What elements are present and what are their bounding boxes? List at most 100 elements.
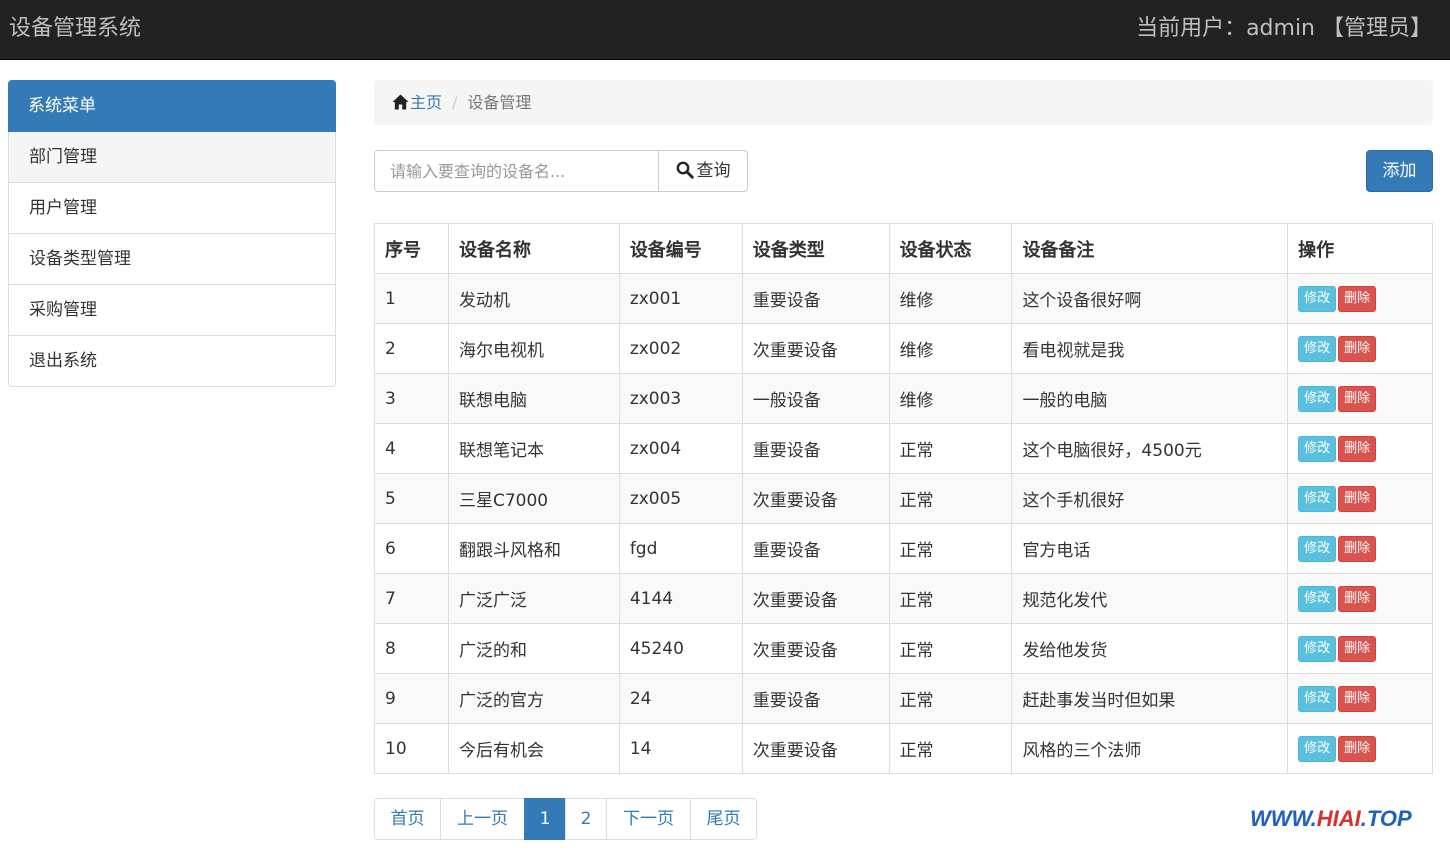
page-2[interactable]: 2 — [565, 798, 607, 840]
cell-actions: 修改 删除 — [1287, 573, 1433, 624]
cell-remark: 赶赴事发当时但如果 — [1011, 673, 1289, 724]
search-icon — [676, 161, 697, 181]
delete-button[interactable]: 删除 — [1338, 385, 1377, 412]
edit-button[interactable]: 修改 — [1298, 585, 1337, 612]
sidebar-title: 系统菜单 — [8, 80, 336, 132]
cell-remark: 这个手机很好 — [1011, 473, 1289, 524]
cell-remark: 这个电脑很好，4500元 — [1011, 423, 1289, 474]
cell-no: 6 — [374, 523, 449, 574]
sidebar-item-device-types[interactable]: 设备类型管理 — [8, 234, 336, 285]
search-button-label: 查询 — [696, 161, 731, 181]
edit-button[interactable]: 修改 — [1298, 535, 1337, 562]
table-row: 5 三星C7000 zx005 次重要设备 正常 这个手机很好 修改 删除 — [374, 473, 1433, 524]
table-row: 6 翻跟斗风格和 fgd 重要设备 正常 官方电话 修改 删除 — [374, 523, 1433, 574]
search-group: 查询 — [374, 150, 748, 192]
sidebar-item-purchase[interactable]: 采购管理 — [8, 285, 336, 336]
sidebar-item-logout[interactable]: 退出系统 — [8, 336, 336, 387]
cell-name: 联想笔记本 — [447, 423, 620, 474]
cell-status: 正常 — [888, 523, 1013, 574]
table-row: 10 今后有机会 14 次重要设备 正常 风格的三个法师 修改 删除 — [374, 723, 1433, 774]
page-first[interactable]: 首页 — [374, 798, 441, 840]
edit-button[interactable]: 修改 — [1298, 285, 1337, 312]
breadcrumb-current: 设备管理 — [467, 93, 532, 112]
header-type: 设备类型 — [741, 223, 890, 274]
cell-remark: 这个设备很好啊 — [1011, 273, 1289, 324]
breadcrumb-home-link[interactable]: 主页 — [410, 93, 442, 112]
edit-button[interactable]: 修改 — [1298, 435, 1337, 462]
breadcrumb-separator: / — [452, 93, 458, 112]
delete-button[interactable]: 删除 — [1338, 535, 1377, 562]
cell-name: 三星C7000 — [447, 473, 620, 524]
cell-no: 5 — [374, 473, 449, 524]
cell-remark: 一般的电脑 — [1011, 373, 1289, 424]
header-code: 设备编号 — [618, 223, 743, 274]
cell-actions: 修改 删除 — [1287, 673, 1433, 724]
cell-name: 广泛广泛 — [447, 573, 620, 624]
app-brand[interactable]: 设备管理系统 — [9, 14, 141, 44]
cell-actions: 修改 删除 — [1287, 473, 1433, 524]
cell-type: 重要设备 — [741, 273, 890, 324]
cell-code: 14 — [618, 723, 743, 774]
delete-button[interactable]: 删除 — [1338, 485, 1377, 512]
cell-remark: 风格的三个法师 — [1011, 723, 1289, 774]
cell-status: 正常 — [888, 623, 1013, 674]
cell-actions: 修改 删除 — [1287, 373, 1433, 424]
cell-actions: 修改 删除 — [1287, 623, 1433, 674]
header-actions: 操作 — [1287, 223, 1433, 274]
watermark-text-b: HIAI — [1316, 806, 1361, 831]
cell-type: 重要设备 — [741, 523, 890, 574]
edit-button[interactable]: 修改 — [1298, 685, 1337, 712]
edit-button[interactable]: 修改 — [1298, 385, 1337, 412]
table-row: 7 广泛广泛 4144 次重要设备 正常 规范化发代 修改 删除 — [374, 573, 1433, 624]
page-prev[interactable]: 上一页 — [440, 798, 525, 840]
cell-type: 重要设备 — [741, 423, 890, 474]
delete-button[interactable]: 删除 — [1338, 685, 1377, 712]
table-row: 8 广泛的和 45240 次重要设备 正常 发给他发货 修改 删除 — [374, 623, 1433, 674]
cell-code: zx003 — [618, 373, 743, 424]
add-device-button[interactable]: 添加 — [1366, 150, 1433, 192]
edit-button[interactable]: 修改 — [1298, 635, 1337, 662]
cell-remark: 官方电话 — [1011, 523, 1289, 574]
cell-status: 正常 — [888, 473, 1013, 524]
delete-button[interactable]: 删除 — [1338, 585, 1377, 612]
cell-actions: 修改 删除 — [1287, 273, 1433, 324]
sidebar-item-users[interactable]: 用户管理 — [8, 183, 336, 234]
cell-name: 联想电脑 — [447, 373, 620, 424]
cell-name: 广泛的和 — [447, 623, 620, 674]
delete-button[interactable]: 删除 — [1338, 285, 1377, 312]
cell-type: 次重要设备 — [741, 623, 890, 674]
breadcrumb: 主页 / 设备管理 — [374, 80, 1433, 125]
cell-status: 正常 — [888, 423, 1013, 474]
page-1[interactable]: 1 — [524, 798, 566, 840]
cell-remark: 规范化发代 — [1011, 573, 1289, 624]
search-button[interactable]: 查询 — [658, 150, 748, 192]
delete-button[interactable]: 删除 — [1338, 735, 1377, 762]
cell-remark: 发给他发货 — [1011, 623, 1289, 674]
cell-code: zx001 — [618, 273, 743, 324]
top-navbar: 设备管理系统 当前用户：admin 【管理员】 — [0, 0, 1450, 60]
edit-button[interactable]: 修改 — [1298, 735, 1337, 762]
cell-code: 24 — [618, 673, 743, 724]
sidebar-item-department[interactable]: 部门管理 — [8, 132, 336, 183]
cell-no: 3 — [374, 373, 449, 424]
page-last[interactable]: 尾页 — [690, 798, 757, 840]
sidebar-menu: 系统菜单 部门管理 用户管理 设备类型管理 采购管理 退出系统 — [8, 80, 336, 387]
cell-code: 45240 — [618, 623, 743, 674]
cell-type: 次重要设备 — [741, 473, 890, 524]
edit-button[interactable]: 修改 — [1298, 335, 1337, 362]
cell-status: 正常 — [888, 673, 1013, 724]
cell-remark: 看电视就是我 — [1011, 323, 1289, 374]
edit-button[interactable]: 修改 — [1298, 485, 1337, 512]
home-icon[interactable] — [392, 93, 410, 112]
page-next[interactable]: 下一页 — [606, 798, 691, 840]
watermark-logo: WWW.HIAI.TOP — [1250, 806, 1412, 832]
cell-name: 广泛的官方 — [447, 673, 620, 724]
cell-type: 次重要设备 — [741, 723, 890, 774]
delete-button[interactable]: 删除 — [1338, 335, 1377, 362]
cell-type: 一般设备 — [741, 373, 890, 424]
search-input[interactable] — [374, 150, 659, 192]
cell-no: 8 — [374, 623, 449, 674]
delete-button[interactable]: 删除 — [1338, 435, 1377, 462]
delete-button[interactable]: 删除 — [1338, 635, 1377, 662]
table-row: 1 发动机 zx001 重要设备 维修 这个设备很好啊 修改 删除 — [374, 273, 1433, 324]
